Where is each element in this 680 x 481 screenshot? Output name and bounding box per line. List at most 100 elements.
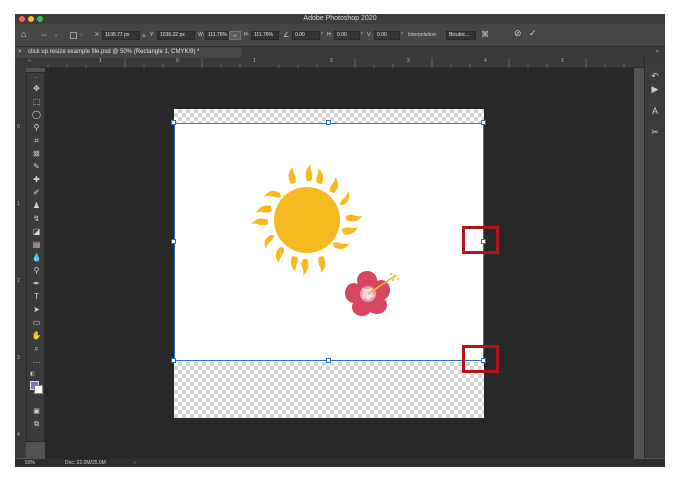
interpolation-label: Interpolation: (408, 32, 437, 38)
h-label: H: (244, 32, 249, 38)
clone-stamp-icon[interactable]: ♟ (29, 200, 44, 212)
ruler-label: 2 (17, 278, 20, 284)
tools-panel: ·· ✥ ⬚ ◯ ⚲ ⌗ ⊠ ✎ ✚ ✐ ♟ ↯ ◪ ▤ 💧 ⚲ ✒ T ➤ ▭… (26, 72, 45, 442)
transform-handle-top-left[interactable] (171, 120, 176, 125)
rectangle-icon[interactable]: ▭ (29, 317, 44, 329)
blur-icon[interactable]: 💧 (29, 252, 44, 264)
ruler-label: 1 (17, 201, 20, 207)
ruler-label: 1 (253, 58, 256, 64)
w-label: W: (198, 32, 205, 38)
title-bar: Adobe Photoshop 2020 (15, 14, 665, 24)
rotate-angle-icon: ∠ (283, 32, 290, 39)
transform-handle-bottom-left[interactable] (171, 358, 176, 363)
ruler-label: 0 (17, 124, 20, 130)
options-bar: ⌂ ⇔ ⌄ ∷ X: 1195.77 px ▵ Y: 1036.32 px W:… (15, 24, 665, 47)
ruler-label: 1 (99, 58, 102, 64)
window-title: Adobe Photoshop 2020 (303, 15, 377, 22)
x-label: X: (95, 32, 100, 38)
highlight-box-corner-handle (462, 345, 499, 373)
marquee-icon[interactable]: ⬚ (29, 96, 44, 108)
y-position-field[interactable]: 1036.32 px (157, 31, 195, 40)
ruler-label: 2 (330, 58, 333, 64)
eraser-icon[interactable]: ◪ (29, 226, 44, 238)
commit-icon[interactable]: ✓ (529, 28, 537, 39)
tools-settings-icon[interactable]: ✂ (648, 126, 662, 138)
horizontal-skew-field[interactable]: 0.00 (334, 31, 360, 40)
background-color-swatch[interactable] (34, 385, 43, 394)
pen-icon[interactable]: ✒ (29, 278, 44, 290)
transform-handle-bottom[interactable] (326, 358, 331, 363)
interpolation-select[interactable]: Bicubic... (446, 31, 476, 40)
photoshop-window: Adobe Photoshop 2020 ⌂ ⇔ ⌄ ∷ X: 1195.77 … (15, 14, 665, 467)
gradient-icon[interactable]: ▤ (29, 239, 44, 251)
horizontal-ruler: 1 0 1 2 3 4 5 (40, 58, 645, 68)
vertical-ruler: 0 1 2 3 4 (15, 68, 26, 458)
zoom-level[interactable]: 50% (25, 459, 35, 467)
home-icon[interactable]: ⌂ (21, 29, 26, 40)
path-selection-icon[interactable]: ➤ (29, 304, 44, 316)
flower-illustration (345, 271, 400, 316)
brush-icon[interactable]: ✐ (29, 187, 44, 199)
default-colors-icon[interactable]: ◧ (30, 371, 35, 377)
relative-position-icon[interactable]: ▵ (142, 30, 146, 41)
degree-unit: ° (361, 32, 363, 38)
zoom-icon[interactable]: ⌕ (29, 343, 44, 355)
hand-icon[interactable]: ✋ (29, 330, 44, 342)
x-position-field[interactable]: 1195.77 px (102, 31, 140, 40)
height-scale-field[interactable]: 111.76% (251, 31, 279, 40)
history-brush-icon[interactable]: ↯ (29, 213, 44, 225)
preset-chevron-icon[interactable]: ⌄ (54, 30, 58, 41)
status-bar: 50% Doc: 22.0M/25.0M › (15, 459, 665, 467)
link-icon[interactable]: ∞ (229, 31, 241, 40)
transform-handle-left[interactable] (171, 239, 176, 244)
history-icon[interactable]: ↶ (648, 70, 662, 82)
lasso-icon[interactable]: ◯ (29, 109, 44, 121)
cancel-icon[interactable]: ⊘ (514, 28, 522, 39)
reference-point-checkbox[interactable] (70, 32, 77, 39)
eyedropper-icon[interactable]: ✎ (29, 161, 44, 173)
rotation-field[interactable]: 0.00 (292, 31, 320, 40)
y-label: Y: (150, 32, 155, 38)
ruler-label: 5 (561, 58, 564, 64)
panel-collapse-icon[interactable]: « (656, 47, 659, 58)
canvas-workspace[interactable] (45, 68, 634, 459)
vertical-skew-field[interactable]: 0.00 (374, 31, 400, 40)
quick-selection-icon[interactable]: ⚲ (29, 122, 44, 134)
right-panel-dock: ↶ ▶ A ✂ (644, 58, 665, 458)
tab-close-icon[interactable]: × (18, 47, 22, 58)
transform-handle-top-right[interactable] (481, 120, 486, 125)
ruler-label: 3 (17, 355, 20, 361)
move-icon[interactable]: ✥ (29, 83, 44, 95)
healing-brush-icon[interactable]: ✚ (29, 174, 44, 186)
ruler-corner: » (15, 58, 40, 68)
more-tools-icon[interactable]: ··· (29, 357, 44, 369)
ruler-label: 4 (484, 58, 487, 64)
document-size: Doc: 22.0M/25.0M (65, 460, 106, 466)
document-tab-bar: × click up resize example file.psd @ 50%… (15, 47, 665, 58)
panel-grip-icon: ·· (34, 75, 39, 81)
width-scale-field[interactable]: 111.76% (205, 31, 232, 40)
type-icon[interactable]: T (29, 291, 44, 303)
transform-handle-top[interactable] (326, 120, 331, 125)
frame-icon[interactable]: ⊠ (29, 148, 44, 160)
ruler-label: 3 (407, 58, 410, 64)
ruler-label: 0 (176, 58, 179, 64)
vskew-label: V: (367, 32, 372, 38)
character-icon[interactable]: A (648, 105, 662, 117)
warp-icon[interactable]: ⌘ (481, 29, 489, 40)
document-tab[interactable]: × click up resize example file.psd @ 50%… (15, 47, 241, 58)
sun-illustration (251, 164, 363, 276)
transparent-area-bottom (174, 362, 484, 418)
actions-play-icon[interactable]: ▶ (648, 83, 662, 95)
move-tool-preset-icon[interactable]: ⇔ (40, 29, 48, 40)
degree-unit: ° (401, 32, 403, 38)
reference-point-grid-icon[interactable]: ∷ (80, 30, 83, 41)
dodge-icon[interactable]: ⚲ (29, 265, 44, 277)
status-menu-icon[interactable]: › (134, 459, 136, 467)
quick-mask-icon[interactable]: ▣ (29, 406, 44, 418)
crop-icon[interactable]: ⌗ (29, 135, 44, 147)
screen-mode-icon[interactable]: ⧉ (29, 419, 44, 431)
collapse-tools-icon[interactable]: » (28, 58, 31, 64)
document-tab-label: click up resize example file.psd @ 50% (… (28, 49, 200, 55)
ruler-ticks (47, 58, 625, 68)
